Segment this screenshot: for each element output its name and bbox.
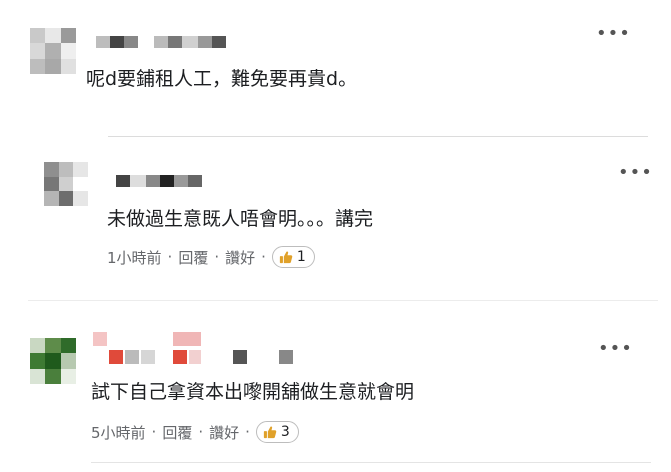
separator: · xyxy=(151,423,157,441)
comment-meta: 1小時前 · 回覆 · 讚好 · 1 xyxy=(107,246,315,268)
like-count-badge[interactable]: 3 xyxy=(255,421,299,443)
divider xyxy=(28,300,658,301)
reply-link[interactable]: 回覆 xyxy=(178,247,208,268)
comment-text: 呢d要鋪租人工，難免要再貴d。 xyxy=(86,68,358,90)
commenter-name[interactable] xyxy=(93,332,298,366)
comment-text: 試下自己拿資本出嚟開舖做生意就會明 xyxy=(91,381,415,403)
comment-meta: 5小時前 · 回覆 · 讚好 · 3 xyxy=(91,421,299,443)
separator: · xyxy=(198,423,204,441)
separator: · xyxy=(214,248,220,266)
separator: · xyxy=(261,248,266,266)
thumbs-up-icon xyxy=(263,426,277,439)
timestamp[interactable]: 1小時前 xyxy=(107,247,162,268)
thumbs-up-icon xyxy=(279,251,293,264)
commenter-name[interactable] xyxy=(96,36,226,48)
more-options-icon[interactable]: ••• xyxy=(596,25,631,43)
separator: · xyxy=(167,248,173,266)
avatar[interactable] xyxy=(30,28,76,74)
more-options-icon[interactable]: ••• xyxy=(618,164,653,182)
separator: · xyxy=(245,423,250,441)
like-count: 1 xyxy=(296,249,306,265)
like-count-badge[interactable]: 1 xyxy=(271,246,315,268)
like-count: 3 xyxy=(280,424,290,440)
divider xyxy=(91,462,651,463)
avatar[interactable] xyxy=(30,338,76,384)
reply-link[interactable]: 回覆 xyxy=(162,422,192,443)
like-link[interactable]: 讚好 xyxy=(225,247,255,268)
avatar[interactable] xyxy=(44,162,88,206)
like-link[interactable]: 讚好 xyxy=(209,422,239,443)
more-options-icon[interactable]: ••• xyxy=(598,340,633,358)
comment-text: 未做過生意既人唔會明。。。講完 xyxy=(107,208,374,230)
commenter-name[interactable] xyxy=(116,175,202,187)
timestamp[interactable]: 5小時前 xyxy=(91,422,146,443)
divider xyxy=(108,136,648,137)
